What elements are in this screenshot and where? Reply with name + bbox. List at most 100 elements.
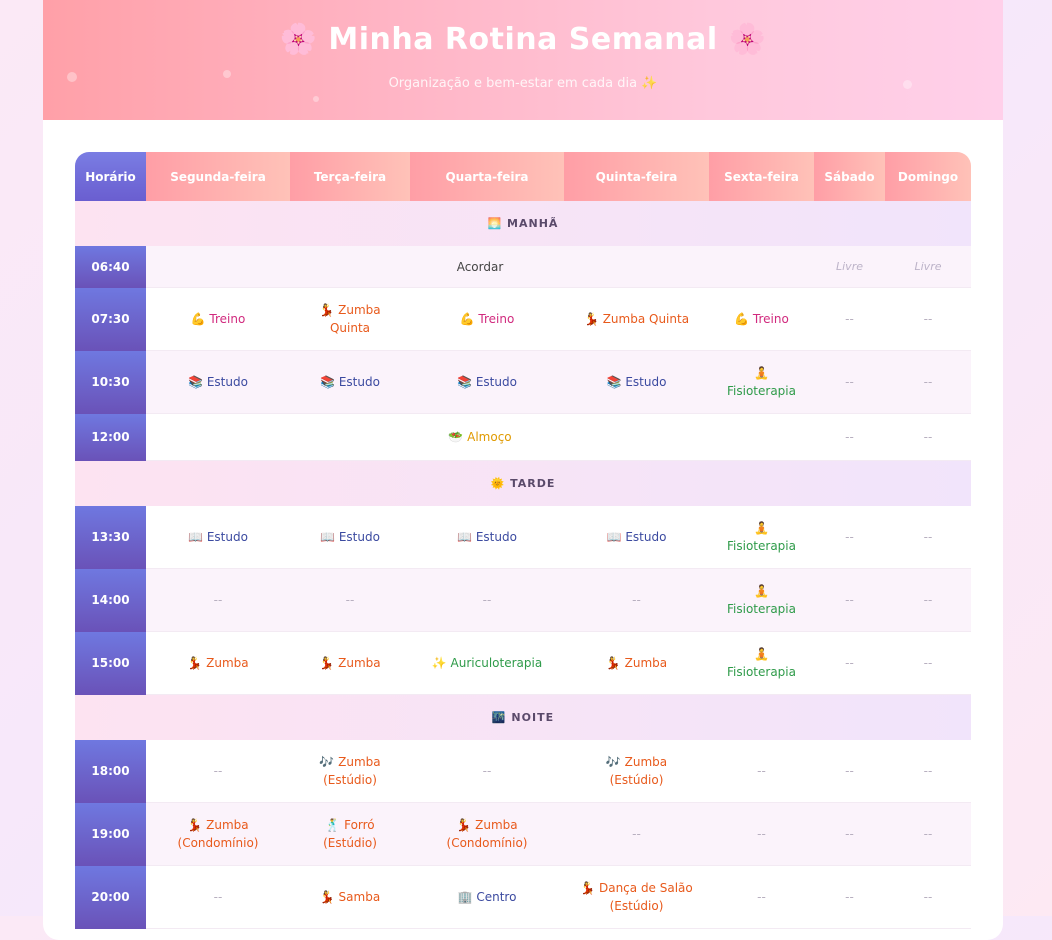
table-row: 10:30 📚 Estudo 📚 Estudo 📚 Estudo 📚 Estud… (75, 350, 971, 414)
activity-cell: 🎶 Zumba (Estúdio) (564, 740, 709, 803)
time-cell: 10:30 (75, 350, 146, 414)
activity-line: Fisioterapia (727, 665, 796, 679)
time-cell: 13:30 (75, 506, 146, 569)
activity-line: 🎶 Zumba (605, 755, 668, 769)
decor-dot (313, 96, 319, 102)
activity-line: (Estúdio) (609, 899, 664, 913)
time-cell: 12:00 (75, 413, 146, 461)
activity-cell: -- (885, 802, 971, 866)
section-row-morning: 🌅 MANHÃ (75, 201, 971, 246)
column-header-saturday: Sábado (814, 152, 885, 201)
activity-cell: 📚 Estudo (146, 350, 290, 414)
activity-cell: 💪 Treino (410, 287, 564, 351)
activity-cell: 💃 Dança de Salão (Estúdio) (564, 865, 709, 929)
activity-cell: 📚 Estudo (410, 350, 564, 414)
activity-cell: -- (564, 568, 709, 632)
activity-cell: -- (885, 350, 971, 414)
activity-cell: -- (885, 568, 971, 632)
activity-cell: -- (814, 865, 885, 929)
activity-cell: 🏢 Centro (410, 865, 564, 929)
time-cell: 19:00 (75, 802, 146, 866)
time-cell: 18:00 (75, 740, 146, 803)
routine-card: 🌸 Minha Rotina Semanal 🌸 Organização e b… (43, 0, 1003, 940)
activity-cell: -- (885, 287, 971, 351)
activity-cell: -- (146, 568, 290, 632)
activity-cell: 📚 Estudo (290, 350, 410, 414)
activity-line: 💃 Zumba (319, 303, 381, 317)
table-row: 14:00 -- -- -- -- 🧘 Fisioterapia -- -- (75, 568, 971, 632)
activity-cell: -- (709, 865, 814, 929)
activity-line: Quinta (329, 321, 371, 335)
activity-cell: -- (146, 865, 290, 929)
column-header-friday: Sexta-feira (709, 152, 814, 201)
activity-cell: 🎶 Zumba (Estúdio) (290, 740, 410, 803)
activity-cell: -- (885, 413, 971, 461)
activity-cell: 💃 Zumba (564, 631, 709, 695)
table-header-row: Horário Segunda-feira Terça-feira Quarta… (75, 152, 971, 201)
table-row: 19:00 💃 Zumba (Condomínio) 🕺 Forró (Estúdi… (75, 802, 971, 866)
activity-cell: 📖 Estudo (410, 506, 564, 569)
activity-cell: 🧘 Fisioterapia (709, 350, 814, 414)
activity-cell: 💃 Zumba Quinta (564, 287, 709, 351)
activity-line: (Estúdio) (323, 836, 377, 850)
activity-cell: -- (814, 631, 885, 695)
table-row: 20:00 -- 💃 Samba 🏢 Centro 💃 Dança de Sal… (75, 865, 971, 929)
activity-cell: 📖 Estudo (290, 506, 410, 569)
table-row: 12:00 🥗 Almoço -- -- (75, 413, 971, 461)
activity-cell: -- (564, 802, 709, 866)
activity-cell: 💃 Samba (290, 865, 410, 929)
activity-cell: Livre (885, 246, 971, 288)
activity-cell: -- (885, 631, 971, 695)
activity-line: 🕺 Forró (325, 818, 375, 832)
activity-cell: -- (814, 287, 885, 351)
activity-cell: -- (885, 865, 971, 929)
table-row: 15:00 💃 Zumba 💃 Zumba ✨ Auriculoterapia … (75, 631, 971, 695)
activity-cell: -- (814, 568, 885, 632)
section-row-afternoon: 🌞 TARDE (75, 460, 971, 506)
activity-line: (Estúdio) (323, 773, 377, 787)
activity-line: 💃 Dança de Salão (580, 881, 693, 895)
yoga-icon: 🧘 (754, 521, 769, 535)
activity-cell: 💪 Treino (709, 287, 814, 351)
activity-cell: 🧘 Fisioterapia (709, 568, 814, 632)
activity-cell: 💃 Zumba (Condomínio) (146, 802, 290, 866)
time-cell: 14:00 (75, 568, 146, 632)
column-header-time: Horário (75, 152, 146, 201)
activity-line: Fisioterapia (727, 384, 796, 398)
activity-cell: -- (410, 740, 564, 803)
activity-cell: Acordar (146, 246, 814, 288)
activity-cell: 💃 Zumba (290, 631, 410, 695)
column-header-wednesday: Quarta-feira (410, 152, 564, 201)
time-cell: 15:00 (75, 631, 146, 695)
activity-cell: 🕺 Forró (Estúdio) (290, 802, 410, 866)
activity-cell: -- (709, 740, 814, 803)
yoga-icon: 🧘 (754, 366, 769, 380)
activity-cell: 🥗 Almoço (146, 413, 814, 461)
section-label-night: 🌃 NOITE (75, 694, 971, 740)
activity-cell: 📖 Estudo (146, 506, 290, 569)
section-label-morning: 🌅 MANHÃ (75, 201, 971, 246)
activity-cell: -- (814, 413, 885, 461)
activity-line: 💃 Zumba (456, 818, 518, 832)
yoga-icon: 🧘 (754, 647, 769, 661)
activity-line: (Condomínio) (177, 836, 259, 850)
time-cell: 20:00 (75, 865, 146, 929)
activity-cell: -- (814, 506, 885, 569)
section-label-afternoon: 🌞 TARDE (75, 460, 971, 506)
table-row: 06:40 Acordar Livre Livre (75, 246, 971, 288)
activity-cell: -- (885, 506, 971, 569)
activity-cell: -- (885, 740, 971, 803)
activity-line: (Condomínio) (446, 836, 528, 850)
activity-cell: -- (814, 350, 885, 414)
activity-line: Fisioterapia (727, 539, 796, 553)
activity-cell: 💪 Treino (146, 287, 290, 351)
activity-cell: 💃 Zumba (146, 631, 290, 695)
activity-cell: -- (410, 568, 564, 632)
activity-line: Fisioterapia (727, 602, 796, 616)
activity-cell: 📖 Estudo (564, 506, 709, 569)
activity-cell: 🧘 Fisioterapia (709, 631, 814, 695)
activity-cell: Livre (814, 246, 885, 288)
activity-line: (Estúdio) (609, 773, 664, 787)
yoga-icon: 🧘 (754, 584, 769, 598)
activity-cell: -- (814, 802, 885, 866)
